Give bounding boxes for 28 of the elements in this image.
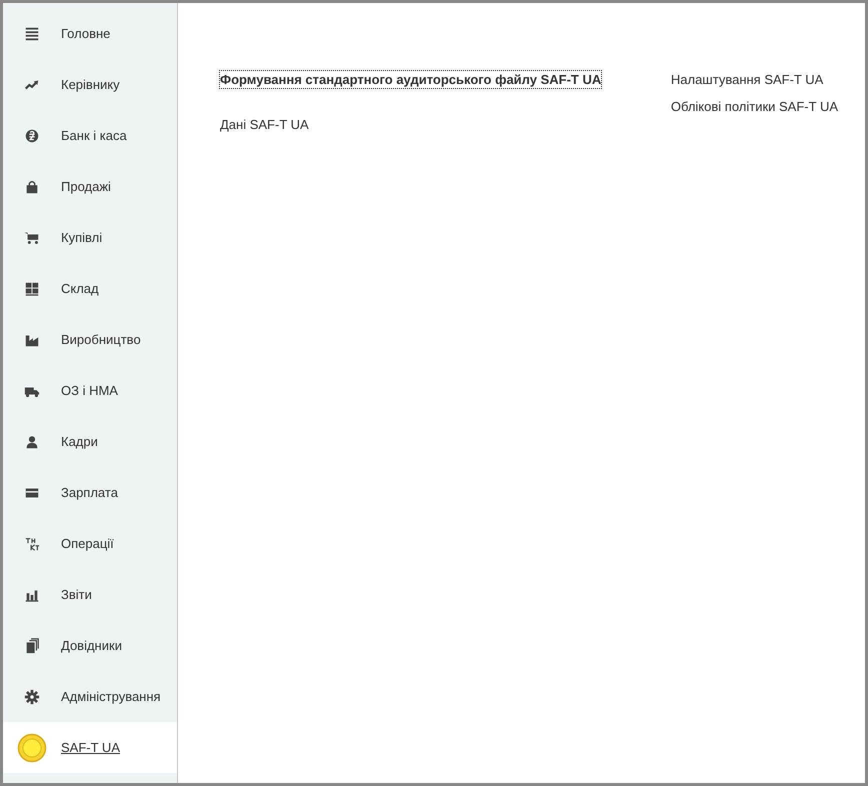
sidebar-item[interactable]: ОЗ і НМА: [3, 365, 177, 416]
settings-link[interactable]: Облікові політики SAF-T UA: [670, 98, 838, 115]
person-icon: [24, 434, 40, 450]
sidebar-item[interactable]: Адміністрування: [3, 671, 177, 722]
sidebar-item[interactable]: Продажі: [3, 161, 177, 212]
settings-icon: [24, 688, 40, 704]
documents-icon: [24, 638, 40, 654]
sidebar-item[interactable]: Довідники: [3, 620, 177, 671]
command-link[interactable]: Формування стандартного аудиторського файлу SAF-T UA: [220, 71, 602, 88]
circle-icon: [16, 732, 46, 762]
command-link[interactable]: Дані SAF-T UA: [220, 116, 309, 133]
sidebar-item[interactable]: Операції: [3, 518, 177, 569]
hryvnia-coin-icon: [24, 128, 40, 144]
list-icon: [24, 26, 40, 42]
sidebar-item[interactable]: Виробництво: [3, 314, 177, 365]
sidebar-item[interactable]: Банк і каса: [3, 110, 177, 161]
grid-icon: [24, 280, 40, 296]
sidebar-item[interactable]: Головне: [3, 8, 177, 59]
shopping-bag-icon: [24, 178, 40, 194]
sidebar-item[interactable]: Склад: [3, 263, 177, 314]
sidebar-item[interactable]: Купівлі: [3, 212, 177, 263]
cart-icon: [24, 230, 40, 246]
sidebar-item[interactable]: Звіти: [3, 569, 177, 620]
sidebar-item[interactable]: Кадри: [3, 416, 177, 467]
sidebar-item[interactable]: Керівнику: [3, 59, 177, 110]
sidebar-item[interactable]: SAF-T UA: [3, 722, 177, 773]
sidebar-item[interactable]: Зарплата: [3, 467, 177, 518]
settings-link[interactable]: Налаштування SAF-T UA: [670, 71, 824, 88]
